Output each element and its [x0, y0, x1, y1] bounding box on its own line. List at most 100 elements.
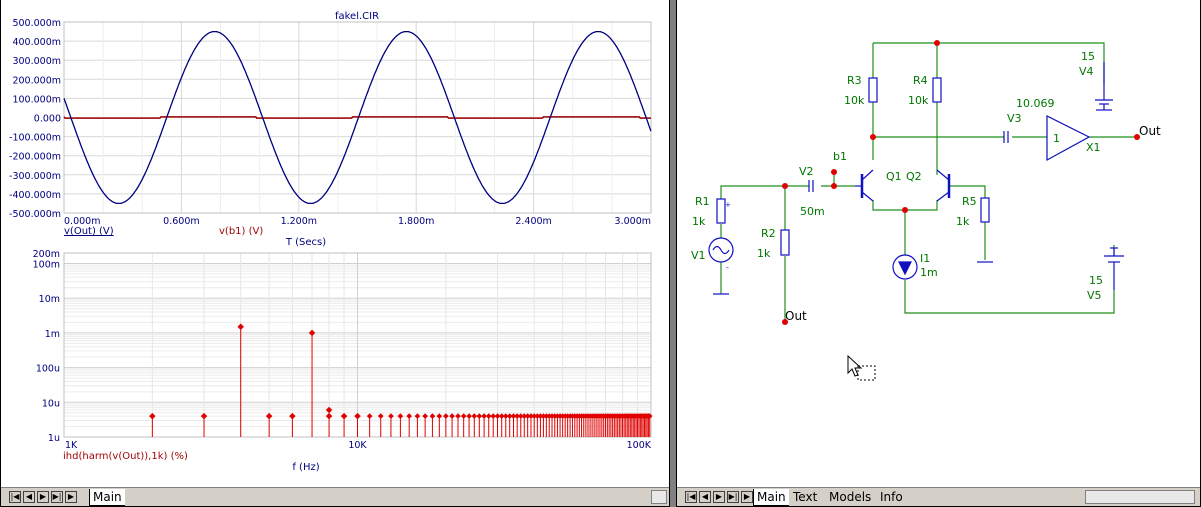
top-chart-x-ticks: 0.000m 0.600m 1.200m 1.800m 2.400m 3.000m	[64, 216, 651, 227]
harmonic-marker	[436, 413, 443, 419]
y-tick-label: -300.000m	[9, 171, 61, 182]
y-tick-label: 500.000m	[12, 18, 61, 29]
schematic-canvas[interactable]: R3 10k R4 10k 15 V4 10.069 V3 1 X1 b1 V2…	[677, 0, 1200, 486]
r5-body	[980, 197, 990, 223]
y-tick-label: 1u	[48, 433, 60, 444]
label-b1: b1	[833, 150, 847, 163]
next-tab-button[interactable]: ▶	[37, 491, 49, 503]
harmonic-marker	[200, 412, 208, 420]
harmonic-marker	[354, 412, 361, 420]
x-tick-label: 0.600m	[163, 216, 199, 227]
harmonic-marker	[406, 413, 413, 419]
label-v5-value: 15	[1089, 274, 1103, 287]
harmonic-marker	[388, 413, 394, 419]
label-v1: V1	[691, 249, 706, 262]
tab-main[interactable]: Main	[753, 489, 789, 506]
harmonic-marker	[237, 323, 244, 331]
tab-scroll-button[interactable]: ▶	[741, 491, 753, 503]
r3-body	[868, 77, 878, 103]
harmonic-marker	[460, 413, 467, 419]
mouse-cursor-icon	[847, 354, 876, 381]
x-tick-label: 10K	[348, 440, 367, 451]
y-tick-label: -100.000m	[9, 133, 61, 144]
wires	[720, 42, 1137, 322]
y-tick-label: -200.000m	[9, 152, 61, 163]
label-v3-value: 10.069	[1016, 97, 1055, 110]
label-q2: Q2	[906, 170, 922, 183]
schematic-tab-bar: |◀ ◀ ▶ ▶| ▶ Main Text Models Info	[677, 487, 1200, 506]
harmonic-marker	[308, 329, 316, 337]
harmonic-marker	[466, 413, 472, 419]
tab-text[interactable]: Text	[790, 489, 820, 505]
legend-v-b1: v(b1) (V)	[219, 226, 263, 237]
harmonic-marker	[397, 413, 404, 419]
label-r5-value: 1k	[956, 215, 970, 228]
prev-tab-button[interactable]: ◀	[23, 491, 35, 503]
tab-info[interactable]: Info	[877, 489, 906, 505]
y-tick-label: 300.000m	[12, 56, 61, 67]
harmonic-marker	[289, 412, 296, 420]
label-v4-value: 15	[1081, 50, 1095, 63]
harmonic-marker	[149, 412, 156, 420]
label-v2-value: 50m	[800, 205, 825, 218]
harmonic-marker	[443, 413, 449, 419]
legend-v-out: v(Out) (V)	[64, 226, 114, 237]
harmonic-marker	[265, 412, 273, 420]
plot-window[interactable]: fakel.CIR 500.000m 400.000m 300.000m 200.00…	[0, 0, 670, 507]
x-tick-label: 2.400m	[515, 216, 551, 227]
label-r4: R4	[913, 74, 928, 87]
x-tick-label: 1K	[65, 440, 78, 451]
plot-tab-bar: |◀ ◀ ▶ ▶| ▶ Main	[1, 487, 669, 506]
harmonic-marker	[476, 413, 483, 419]
tab-main[interactable]: Main	[89, 489, 125, 506]
next-tab-button[interactable]: ▶	[713, 491, 725, 503]
r1-body	[716, 198, 726, 224]
y-tick-label: -400.000m	[9, 190, 61, 201]
r2-body	[780, 229, 790, 256]
x-tick-label: 3.000m	[615, 216, 651, 227]
label-q1: Q1	[886, 170, 902, 183]
harmonic-marker	[340, 412, 348, 420]
label-r3-value: 10k	[844, 94, 865, 107]
harmonic-marker	[414, 413, 421, 419]
label-r1: R1	[695, 195, 710, 208]
y-tick-label: -500.000m	[9, 209, 61, 220]
label-out-bottom: Out	[785, 309, 807, 323]
y-tick-label: 1m	[45, 329, 60, 340]
plot-hscroll[interactable]	[651, 490, 667, 504]
y-tick-label: 200.000m	[12, 75, 61, 86]
tab-scroll-button[interactable]: ▶	[65, 491, 77, 503]
v1-minus-sign: -	[726, 263, 729, 272]
y-tick-label: 200m	[33, 249, 60, 260]
label-i1: I1	[920, 252, 930, 265]
label-r1-value: 1k	[692, 215, 706, 228]
x-tick-label: 1.200m	[281, 216, 317, 227]
x-tick-label: 100K	[627, 440, 652, 451]
v1-plus-sign: +	[725, 201, 731, 209]
y-tick-label: 100m	[33, 259, 60, 270]
label-x1: X1	[1086, 141, 1101, 154]
label-v4: V4	[1079, 65, 1094, 78]
label-r3: R3	[847, 74, 862, 87]
last-tab-button[interactable]: ▶|	[51, 491, 63, 503]
label-r2: R2	[761, 227, 776, 240]
bottom-x-axis-label: f (Hz)	[292, 462, 319, 473]
schematic-hscroll[interactable]	[1085, 490, 1195, 504]
bottom-chart-y-ticks: 200m100m 10m 1m 100u 10u 1u	[33, 249, 60, 444]
harmonic-marker	[429, 413, 436, 419]
bottom-chart-grid	[63, 252, 652, 438]
label-r2-value: 1k	[757, 247, 771, 260]
plot-title: fakel.CIR	[335, 11, 379, 22]
tab-models[interactable]: Models	[826, 489, 874, 505]
label-out-right: Out	[1139, 124, 1161, 138]
harmonic-marker	[366, 413, 373, 419]
first-tab-button[interactable]: |◀	[9, 491, 21, 503]
last-tab-button[interactable]: ▶|	[727, 491, 739, 503]
harmonic-marker	[377, 413, 384, 419]
prev-tab-button[interactable]: ◀	[699, 491, 711, 503]
schematic-window[interactable]: R3 10k R4 10k 15 V4 10.069 V3 1 X1 b1 V2…	[676, 0, 1201, 507]
first-tab-button[interactable]: |◀	[685, 491, 697, 503]
plot-area[interactable]: fakel.CIR 500.000m 400.000m 300.000m 200.00…	[1, 0, 669, 486]
y-tick-label: 0.000	[34, 114, 61, 125]
y-tick-label: 100.000m	[12, 94, 61, 105]
